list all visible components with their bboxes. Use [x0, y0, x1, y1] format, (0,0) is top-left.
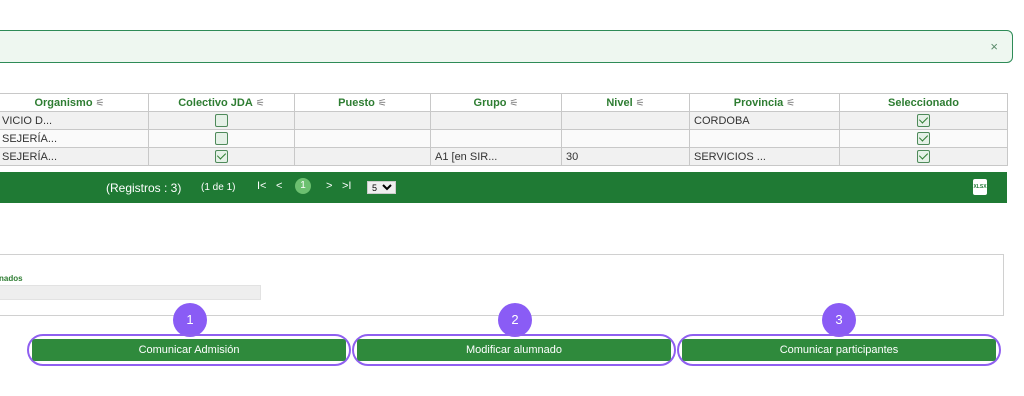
table-row[interactable]: SEJERÍA...: [0, 129, 1008, 148]
step-badge-2: 2: [498, 303, 532, 337]
highlight-frame-2: Modificar alumnado: [352, 334, 676, 366]
colectivo-checkbox[interactable]: [215, 114, 228, 127]
close-icon[interactable]: ×: [990, 39, 998, 54]
filter-icon[interactable]: ⚟: [510, 98, 519, 109]
header-nivel[interactable]: Nivel ⚟: [561, 93, 690, 112]
filter-icon[interactable]: ⚟: [256, 98, 265, 109]
filter-icon[interactable]: ⚟: [786, 98, 795, 109]
current-page-button[interactable]: 1: [295, 178, 311, 194]
cell-nivel: 30: [561, 147, 690, 166]
header-grupo[interactable]: Grupo ⚟: [430, 93, 562, 112]
header-organismo[interactable]: Organismo ⚟: [0, 93, 149, 112]
cell-nivel: [561, 129, 690, 148]
results-table: Organismo ⚟ Colectivo JDA ⚟ Puesto ⚟ Grupo ⚟…: [0, 93, 1008, 166]
alumnado-panel: nados: [0, 254, 1004, 316]
seleccionado-checkbox[interactable]: [917, 132, 930, 145]
step-badge-1: 1: [173, 303, 207, 337]
seleccionado-checkbox[interactable]: [917, 150, 930, 163]
first-page-icon[interactable]: I<: [257, 180, 266, 192]
comunicar-admision-button[interactable]: Comunicar Admisión: [32, 339, 346, 361]
last-page-icon[interactable]: >I: [342, 180, 351, 192]
next-page-icon[interactable]: >: [326, 180, 332, 192]
cell-puesto: [294, 147, 431, 166]
header-puesto[interactable]: Puesto ⚟: [294, 93, 431, 112]
notification-alert: ×: [0, 30, 1013, 63]
highlight-frame-3: Comunicar participantes: [677, 334, 1001, 366]
table-row[interactable]: VICIO D... CORDOBA: [0, 111, 1008, 130]
colectivo-checkbox[interactable]: [215, 132, 228, 145]
page-size-select[interactable]: 5: [367, 181, 396, 194]
cell-provincia: CORDOBA: [689, 111, 840, 130]
colectivo-checkbox[interactable]: [215, 150, 228, 163]
filter-icon[interactable]: ⚟: [96, 98, 105, 109]
panel-label: nados: [0, 274, 23, 283]
cell-organismo: VICIO D...: [0, 111, 149, 130]
table-header-row: Organismo ⚟ Colectivo JDA ⚟ Puesto ⚟ Grupo ⚟…: [0, 93, 1008, 112]
cell-provincia: [689, 129, 840, 148]
page-indicator: (1 de 1): [201, 182, 236, 193]
pagination-bar: (Registros : 3) (1 de 1) I< < 1 > >I 5 X…: [0, 172, 1007, 203]
table-row[interactable]: SEJERÍA... A1 [en SIR... 30 SERVICIOS ..…: [0, 147, 1008, 166]
header-provincia[interactable]: Provincia ⚟: [689, 93, 840, 112]
header-seleccionado: Seleccionado: [839, 93, 1008, 112]
modificar-alumnado-button[interactable]: Modificar alumnado: [357, 339, 671, 361]
prev-page-icon[interactable]: <: [276, 180, 282, 192]
cell-nivel: [561, 111, 690, 130]
alumnado-field[interactable]: [0, 285, 261, 300]
cell-organismo: SEJERÍA...: [0, 129, 149, 148]
highlight-frame-1: Comunicar Admisión: [27, 334, 351, 366]
cell-grupo: [430, 129, 562, 148]
cell-provincia: SERVICIOS ...: [689, 147, 840, 166]
filter-icon[interactable]: ⚟: [636, 98, 645, 109]
cell-puesto: [294, 111, 431, 130]
seleccionado-checkbox[interactable]: [917, 114, 930, 127]
cell-puesto: [294, 129, 431, 148]
cell-grupo: [430, 111, 562, 130]
filter-icon[interactable]: ⚟: [378, 98, 387, 109]
step-badge-3: 3: [822, 303, 856, 337]
record-count: (Registros : 3): [106, 181, 182, 195]
cell-organismo: SEJERÍA...: [0, 147, 149, 166]
cell-grupo: A1 [en SIR...: [430, 147, 562, 166]
header-colectivo[interactable]: Colectivo JDA ⚟: [148, 93, 295, 112]
comunicar-participantes-button[interactable]: Comunicar participantes: [682, 339, 996, 361]
export-xlsx-icon[interactable]: XLSX: [973, 179, 987, 195]
